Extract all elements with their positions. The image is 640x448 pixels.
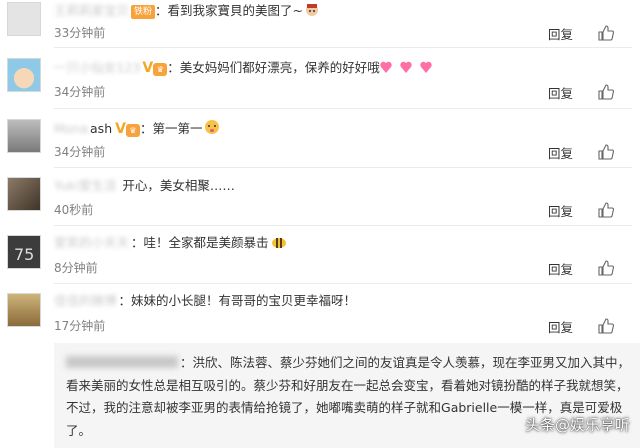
- comment-time: 17分钟前: [54, 319, 106, 333]
- comment-line: 爱笑的小天天 ：哇！全家都是美颜暴击: [54, 234, 289, 255]
- comment-text: ：看到我家寶貝的美图了~: [155, 3, 304, 18]
- emoji-icon: [303, 2, 321, 23]
- comment-time: 34分钟前: [54, 85, 106, 99]
- svg-text:75: 75: [14, 245, 34, 264]
- username[interactable]: 王莉莉家宝贝: [54, 2, 129, 20]
- avatar[interactable]: 75: [7, 235, 41, 269]
- comment-text: ：妹妹的小长腿！有哥哥的宝贝更幸福呀！: [118, 293, 357, 308]
- verified-v-icon: V: [142, 60, 154, 76]
- emoji-icon: [202, 118, 222, 141]
- username[interactable]: 佳佳的微博: [54, 292, 117, 310]
- reply-button[interactable]: 回复: [548, 317, 573, 336]
- username[interactable]: [66, 356, 178, 368]
- reply-button[interactable]: 回复: [548, 259, 573, 278]
- username[interactable]: Mona: [54, 120, 88, 138]
- comment-time: 34分钟前: [54, 145, 106, 159]
- comment-line: 一只小仙女123 V ♛ ：美女妈妈们都好漂亮，保养的好好哦: [54, 59, 440, 80]
- vip-icon: ♛: [153, 63, 168, 76]
- username[interactable]: 爱笑的小天天: [54, 234, 129, 252]
- avatar[interactable]: [7, 119, 41, 153]
- reply-button[interactable]: 回复: [548, 83, 573, 102]
- avatar[interactable]: [7, 58, 41, 92]
- comment-text: ：美女妈妈们都好漂亮，保养的好好哦: [167, 60, 380, 75]
- watermark: 头条@娱乐享听: [524, 416, 630, 434]
- comment-line: Mona ash V ♛ ：第一第一: [54, 118, 222, 141]
- reply-button[interactable]: 回复: [548, 143, 573, 162]
- comment-line: 佳佳的微博 ：妹妹的小长腿！有哥哥的宝贝更幸福呀！: [54, 292, 356, 310]
- comment-time: 40秒前: [54, 203, 94, 217]
- bee-emoji-icon: [269, 234, 289, 255]
- avatar[interactable]: [7, 177, 41, 211]
- divider: [54, 225, 632, 226]
- username-tail: ash: [90, 121, 113, 136]
- divider: [54, 167, 632, 168]
- comment-time: 8分钟前: [54, 261, 98, 275]
- heart-emoji-icon: [380, 59, 440, 80]
- avatar[interactable]: [7, 293, 41, 327]
- thumbs-up-icon[interactable]: [598, 260, 614, 276]
- reply-button[interactable]: 回复: [548, 201, 573, 220]
- avatar[interactable]: [7, 2, 41, 36]
- comment-line: 王莉莉家宝贝 铁粉 ：看到我家寶貝的美图了~: [54, 2, 321, 23]
- comment-text: 开心，美女相聚……: [122, 178, 235, 193]
- thumbs-up-icon[interactable]: [598, 144, 614, 160]
- fan-badge: 铁粉: [131, 5, 156, 19]
- comment-text: ：第一第一: [139, 121, 203, 136]
- verified-v-icon: V: [115, 121, 126, 137]
- username[interactable]: Yuki爱生活: [54, 177, 116, 195]
- thumbs-up-icon[interactable]: [598, 84, 614, 100]
- comment-time: 33分钟前: [54, 26, 106, 40]
- comment-line: Yuki爱生活 开心，美女相聚……: [54, 177, 235, 195]
- username[interactable]: 一只小仙女123: [54, 59, 140, 77]
- divider: [54, 108, 632, 109]
- vip-icon: ♛: [125, 124, 140, 137]
- divider: [54, 47, 632, 48]
- divider: [54, 283, 632, 284]
- reply-button[interactable]: 回复: [548, 24, 573, 43]
- thumbs-up-icon[interactable]: [598, 202, 614, 218]
- comment-text: ：哇！全家都是美颜暴击: [131, 235, 269, 250]
- thumbs-up-icon[interactable]: [598, 318, 614, 334]
- thumbs-up-icon[interactable]: [598, 25, 614, 41]
